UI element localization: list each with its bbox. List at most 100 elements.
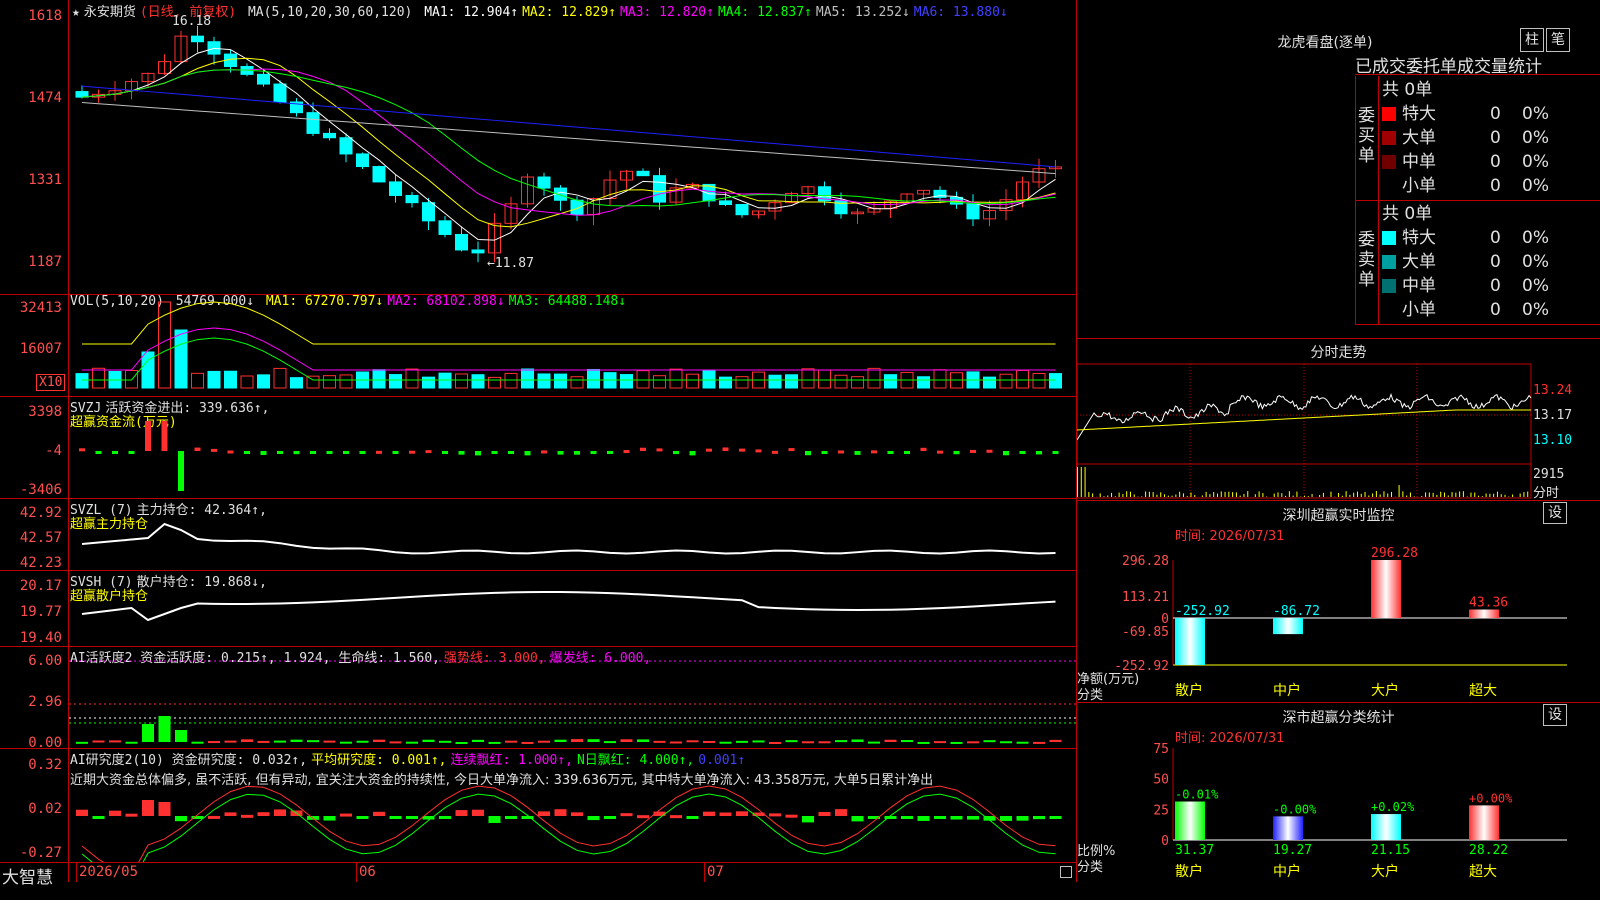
intraday-vol-bar	[1341, 495, 1343, 497]
intraday-vol-bar	[1478, 495, 1480, 497]
intraday-vol-bar	[1519, 493, 1521, 497]
stats-settings-button[interactable]: 设	[1543, 704, 1567, 726]
stats-bar-chart[interactable]: 75 50 25 0 -0.01% 31.37 散户 -0.00% 19.27 中户 +0.02% 2…	[1077, 740, 1600, 900]
buy-qty: 0	[1490, 104, 1501, 124]
volume-bar	[719, 376, 732, 389]
monitor-category: 中户	[1273, 682, 1301, 699]
ai2-bar	[76, 809, 88, 816]
intraday-vol-bar	[1273, 493, 1275, 497]
monitor-bar-chart[interactable]: 296.28113.210-69.85-252.92-252.92散户-86.7…	[1077, 540, 1600, 700]
volume-bar	[735, 376, 749, 389]
ai2-bar	[373, 811, 385, 816]
ai2-bar	[571, 812, 583, 816]
intraday-vol-bar	[1235, 492, 1237, 497]
intraday-vol-bar	[1216, 493, 1218, 497]
svzj-bar	[95, 451, 102, 454]
sell-name: 小单	[1402, 300, 1436, 320]
volume-chart[interactable]	[0, 294, 1077, 396]
stats-bar	[1175, 801, 1205, 840]
ai2-bar	[967, 816, 979, 820]
monitor-settings-button[interactable]: 设	[1543, 502, 1567, 524]
buy-pct: 0%	[1522, 128, 1549, 148]
intraday-vol-bar	[1220, 491, 1222, 497]
stats-value: 31.37	[1175, 843, 1214, 858]
monitor-category-label: 分类	[1077, 688, 1104, 703]
ai1-bar	[323, 740, 336, 743]
stats-category: 中户	[1273, 863, 1301, 880]
intraday-vol-bar	[1527, 491, 1529, 497]
svzj-bar	[607, 451, 613, 454]
svzj-bar	[392, 451, 399, 454]
volume-bar	[768, 374, 782, 389]
svzj-bar	[805, 451, 811, 456]
color-swatch	[1382, 231, 1396, 245]
intraday-vol-bar	[1084, 467, 1086, 497]
x-tick-label: 06	[359, 864, 376, 880]
volume-bar	[339, 374, 353, 389]
svzj-bar	[970, 449, 976, 453]
volume-bar	[174, 329, 188, 389]
sell-qty: 0	[1490, 252, 1501, 272]
order-stats-tabs[interactable]: 已成交委托单成交量统计	[1355, 52, 1600, 75]
volume-bar	[438, 372, 452, 389]
ai2-chart[interactable]	[0, 748, 1077, 862]
intraday-vol-bar	[1523, 492, 1525, 497]
svzj-bar	[574, 451, 580, 455]
intraday-vol-bar	[1254, 494, 1256, 497]
ai2-bar	[439, 816, 451, 819]
ai2-bar	[637, 815, 649, 819]
buy-qty: 0	[1490, 176, 1501, 196]
svzl-chart[interactable]	[0, 498, 1077, 570]
bar-view-button[interactable]: 柱	[1520, 28, 1544, 52]
ai1-bar	[868, 741, 880, 744]
svzj-bar	[623, 450, 630, 454]
main-chart-area[interactable]: ★ 永安期货 (日线, 前复权) MA(5,10,20,30,60,120) MA1…	[0, 0, 1077, 900]
volume-bar	[422, 376, 435, 389]
intraday-vol-bar	[1432, 492, 1434, 497]
ai2-bar	[719, 812, 732, 816]
ai1-bar	[125, 741, 138, 744]
intraday-vol-bar	[1182, 493, 1184, 497]
candle-body	[356, 153, 369, 168]
intraday-chart[interactable]	[1077, 360, 1600, 500]
intraday-vol-bar	[1421, 495, 1423, 497]
ai1-chart[interactable]	[0, 646, 1077, 748]
svzj-bar	[854, 451, 861, 455]
svzj-bar	[1019, 451, 1026, 454]
ai2-bar	[587, 816, 600, 821]
ai2-bar	[703, 811, 715, 816]
svsh-chart[interactable]	[0, 570, 1077, 646]
ai2-bar	[538, 811, 550, 816]
intraday-vol-bar	[1459, 491, 1461, 497]
stats-change: +0.02%	[1371, 800, 1415, 814]
candlestick-chart[interactable]	[0, 0, 1077, 294]
candle-body	[735, 204, 749, 216]
svzj-bar	[673, 451, 679, 455]
intraday-vol-bar	[1345, 491, 1347, 497]
ai1-bar	[472, 739, 484, 742]
ai1-bar	[175, 730, 187, 742]
ai2-bar	[356, 816, 369, 819]
ai2-bar	[950, 816, 963, 820]
svzj-bar	[656, 448, 663, 452]
svzj-chart[interactable]	[0, 396, 1077, 498]
svzj-bar	[326, 451, 333, 454]
color-swatch	[1382, 303, 1396, 317]
lock-icon[interactable]	[1060, 866, 1072, 878]
ai2-bar	[224, 812, 237, 816]
monitor-bar-value: 296.28	[1371, 546, 1418, 561]
pen-view-button[interactable]: 笔	[1546, 28, 1570, 52]
stats-tick: 0	[1161, 834, 1169, 849]
volume-bar	[570, 376, 584, 389]
ai1-bar	[554, 739, 567, 742]
intraday-vol-bar	[1077, 467, 1078, 497]
intraday-vol-bar	[1107, 495, 1109, 497]
intraday-vol-bar	[1322, 492, 1324, 497]
svzj-bar	[178, 451, 184, 491]
volume-bar	[273, 367, 287, 389]
intraday-vol-bar	[1402, 491, 1404, 497]
candle-body	[339, 137, 353, 155]
ai1-bar	[92, 740, 105, 743]
sell-side-label: 委卖单	[1358, 230, 1375, 290]
intraday-vol-bar	[1228, 491, 1230, 497]
